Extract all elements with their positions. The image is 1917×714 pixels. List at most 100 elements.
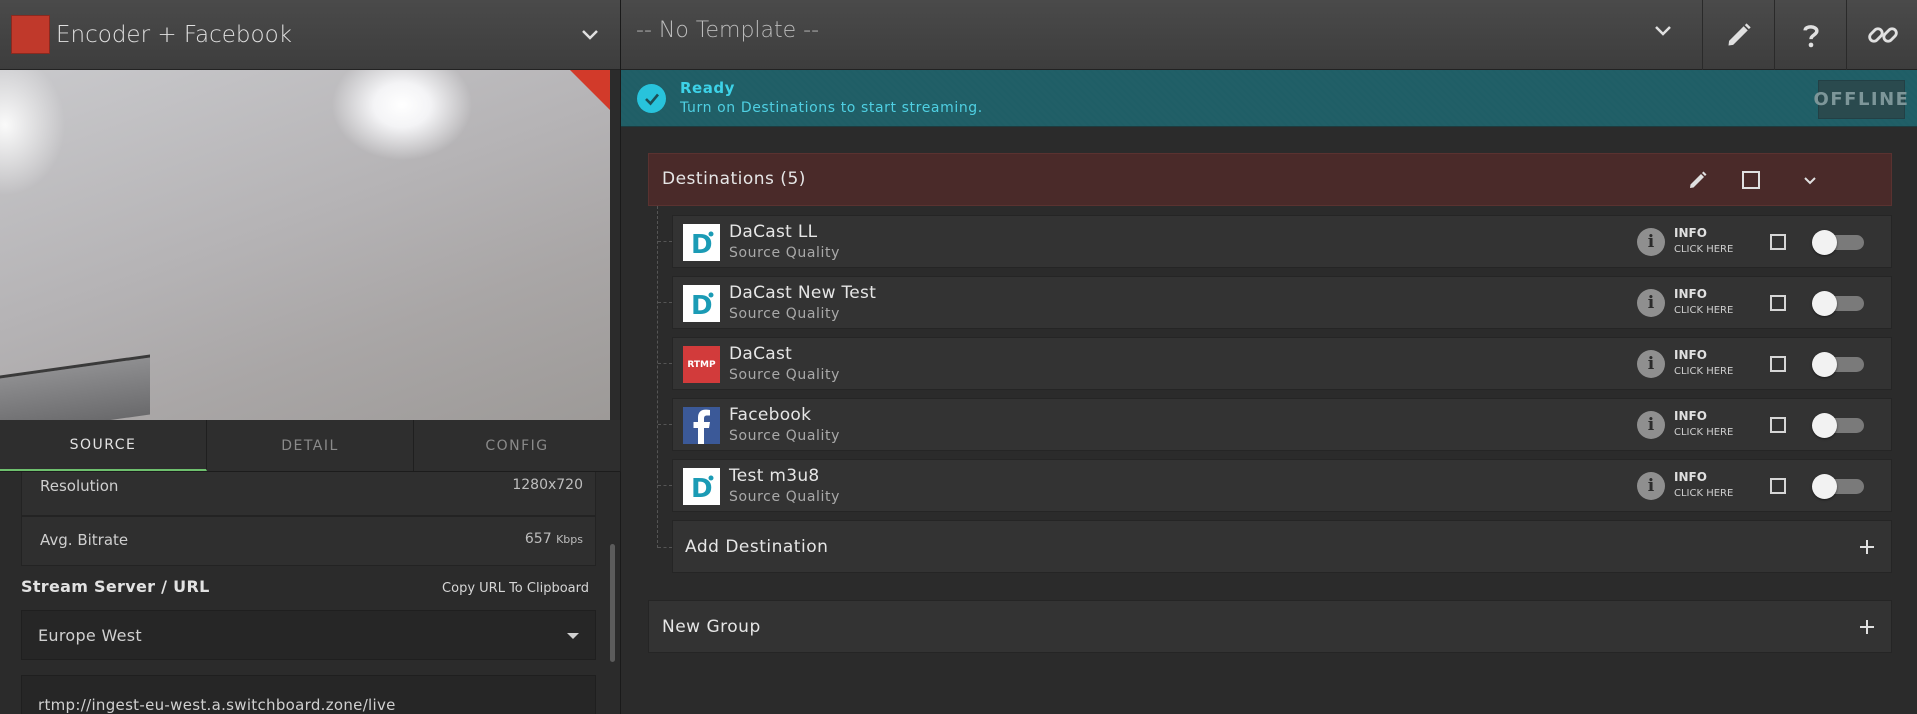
help-button[interactable] bbox=[1774, 0, 1846, 70]
toggle-knob bbox=[1812, 352, 1837, 377]
destinations-panel: -- No Template -- Ready Turn on Destinat… bbox=[621, 0, 1917, 714]
caret-down-icon bbox=[567, 633, 579, 639]
destination-name: DaCast LL bbox=[729, 222, 818, 242]
info-icon[interactable]: i bbox=[1637, 411, 1665, 439]
tab-detail[interactable]: DETAIL bbox=[207, 420, 414, 471]
toggle-knob bbox=[1812, 413, 1837, 438]
toggle-knob bbox=[1812, 230, 1837, 255]
destination-quality: Source Quality bbox=[729, 245, 840, 261]
destination-quality: Source Quality bbox=[729, 306, 840, 322]
destination-toggle[interactable] bbox=[1812, 230, 1864, 255]
chevron-down-icon[interactable] bbox=[1651, 18, 1675, 42]
destination-row: RTMP DaCast Source Quality i INFO CLICK … bbox=[672, 337, 1892, 390]
tree-tick bbox=[658, 363, 672, 364]
link-icon bbox=[1867, 27, 1898, 43]
tree-tick bbox=[658, 547, 672, 548]
destination-checkbox[interactable] bbox=[1770, 234, 1786, 250]
info-click-here[interactable]: CLICK HERE bbox=[1674, 366, 1733, 377]
encoder-panel: Encoder + Facebook SOURCE DETAIL CONFIG … bbox=[0, 0, 621, 714]
dacast-logo: D bbox=[683, 224, 720, 261]
info-label[interactable]: INFO bbox=[1674, 226, 1707, 240]
destination-checkbox[interactable] bbox=[1770, 295, 1786, 311]
pencil-icon[interactable] bbox=[1686, 168, 1710, 192]
status-title: Ready bbox=[680, 79, 735, 97]
info-click-here[interactable]: CLICK HERE bbox=[1674, 305, 1733, 316]
region-select[interactable]: Europe West bbox=[21, 610, 596, 660]
info-icon[interactable]: i bbox=[1637, 228, 1665, 256]
info-label[interactable]: INFO bbox=[1674, 348, 1707, 362]
destination-quality: Source Quality bbox=[729, 489, 840, 505]
add-destination-button[interactable]: Add Destination bbox=[672, 520, 1892, 573]
info-label[interactable]: INFO bbox=[1674, 409, 1707, 423]
check-icon bbox=[637, 84, 666, 113]
template-select[interactable]: -- No Template -- bbox=[636, 18, 819, 43]
tree-connector bbox=[657, 206, 658, 548]
encoder-title: Encoder + Facebook bbox=[56, 21, 292, 48]
bitrate-unit: Kbps bbox=[556, 533, 583, 546]
tree-tick bbox=[658, 241, 672, 242]
source-details: Resolution 1280x720 Avg. Bitrate 657 Kbp… bbox=[0, 472, 621, 714]
tree-tick bbox=[658, 424, 672, 425]
destinations-group-header[interactable]: Destinations (5) bbox=[648, 153, 1892, 206]
info-click-here[interactable]: CLICK HERE bbox=[1674, 244, 1733, 255]
tab-source[interactable]: SOURCE bbox=[0, 420, 207, 471]
add-destination-label: Add Destination bbox=[685, 537, 829, 557]
region-selected: Europe West bbox=[38, 625, 142, 645]
bitrate-label: Avg. Bitrate bbox=[40, 531, 129, 549]
select-all-checkbox[interactable] bbox=[1739, 168, 1763, 192]
question-icon bbox=[1802, 25, 1819, 48]
info-icon[interactable]: i bbox=[1637, 289, 1665, 317]
stream-url-field[interactable]: rtmp://ingest-eu-west.a.switchboard.zone… bbox=[21, 675, 596, 714]
chevron-down-icon[interactable] bbox=[578, 22, 602, 46]
video-preview bbox=[0, 70, 610, 420]
facebook-logo bbox=[683, 407, 720, 444]
bitrate-row: Avg. Bitrate 657 Kbps bbox=[21, 516, 596, 566]
tree-tick bbox=[658, 485, 672, 486]
info-click-here[interactable]: CLICK HERE bbox=[1674, 488, 1733, 499]
chevron-down-icon[interactable] bbox=[1798, 168, 1822, 192]
destination-quality: Source Quality bbox=[729, 428, 840, 444]
destination-toggle[interactable] bbox=[1812, 352, 1864, 377]
destination-checkbox[interactable] bbox=[1770, 478, 1786, 494]
resolution-value: 1280x720 bbox=[512, 477, 583, 493]
destination-checkbox[interactable] bbox=[1770, 356, 1786, 372]
tree-tick bbox=[658, 302, 672, 303]
destination-name: Facebook bbox=[729, 405, 812, 425]
preview-window-frame bbox=[0, 354, 150, 420]
toggle-knob bbox=[1812, 474, 1837, 499]
resolution-row: Resolution 1280x720 bbox=[21, 472, 596, 516]
encoder-selector[interactable]: Encoder + Facebook bbox=[0, 0, 620, 70]
group-title: Destinations (5) bbox=[662, 169, 806, 189]
info-click-here[interactable]: CLICK HERE bbox=[1674, 427, 1733, 438]
info-label[interactable]: INFO bbox=[1674, 470, 1707, 484]
destination-quality: Source Quality bbox=[729, 367, 840, 383]
copy-url-button[interactable]: Copy URL To Clipboard bbox=[442, 581, 589, 596]
scrollbar-thumb[interactable] bbox=[610, 544, 615, 662]
destination-row: Facebook Source Quality i INFO CLICK HER… bbox=[672, 398, 1892, 451]
rtmp-logo-text: RTMP bbox=[687, 359, 716, 370]
stream-server-label: Stream Server / URL bbox=[21, 577, 210, 596]
new-group-button[interactable]: New Group bbox=[648, 600, 1892, 653]
link-button[interactable] bbox=[1846, 0, 1917, 70]
status-banner: Ready Turn on Destinations to start stre… bbox=[621, 70, 1917, 127]
info-icon[interactable]: i bbox=[1637, 350, 1665, 378]
info-label[interactable]: INFO bbox=[1674, 287, 1707, 301]
destination-toggle[interactable] bbox=[1812, 291, 1864, 316]
dacast-logo: D bbox=[683, 285, 720, 322]
destination-checkbox[interactable] bbox=[1770, 417, 1786, 433]
info-icon[interactable]: i bbox=[1637, 472, 1665, 500]
live-corner-indicator bbox=[570, 70, 610, 110]
plus-icon bbox=[1860, 620, 1874, 634]
encoder-color-swatch bbox=[11, 15, 50, 54]
destination-toggle[interactable] bbox=[1812, 413, 1864, 438]
plus-icon bbox=[1860, 540, 1874, 554]
template-bar: -- No Template -- bbox=[621, 0, 1917, 70]
destination-row: D DaCast LL Source Quality i INFO CLICK … bbox=[672, 215, 1892, 268]
destination-toggle[interactable] bbox=[1812, 474, 1864, 499]
destination-row: D DaCast New Test Source Quality i INFO … bbox=[672, 276, 1892, 329]
destination-row: D Test m3u8 Source Quality i INFO CLICK … bbox=[672, 459, 1892, 512]
edit-button[interactable] bbox=[1702, 0, 1774, 70]
dacast-logo: D bbox=[683, 468, 720, 505]
tab-config[interactable]: CONFIG bbox=[414, 420, 621, 471]
bitrate-value: 657 bbox=[524, 531, 552, 547]
